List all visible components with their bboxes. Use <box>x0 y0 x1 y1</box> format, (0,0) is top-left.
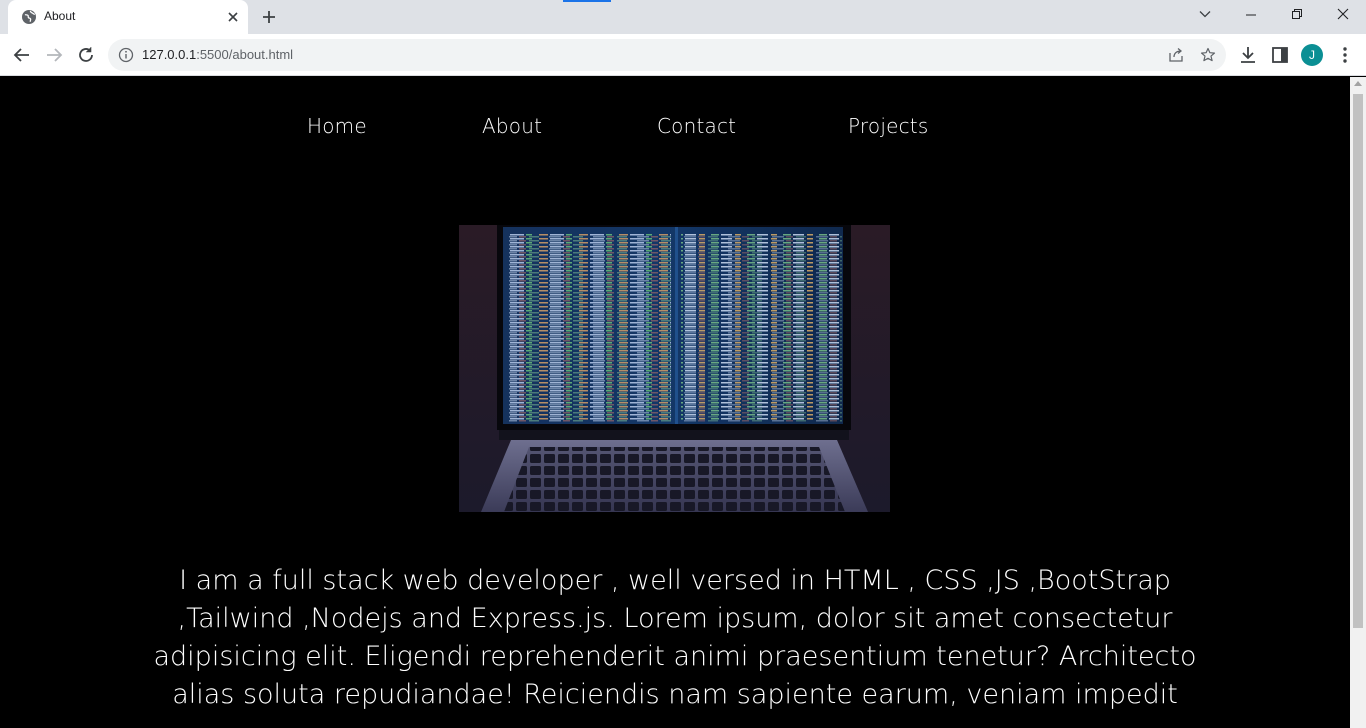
share-icon[interactable] <box>1168 47 1184 63</box>
star-icon[interactable] <box>1200 47 1216 63</box>
back-arrow-icon[interactable] <box>11 44 33 66</box>
laptop-code-image <box>459 225 890 512</box>
scroll-thumb[interactable] <box>1353 94 1363 628</box>
close-icon <box>1337 8 1349 20</box>
url-host: 127.0.0.1 <box>142 47 197 62</box>
nav-about[interactable]: About <box>482 114 542 138</box>
tab-about[interactable]: About <box>8 0 248 34</box>
tab-loading-indicator <box>563 0 611 2</box>
profile-avatar[interactable]: J <box>1301 44 1323 66</box>
nav-projects[interactable]: Projects <box>848 114 928 138</box>
url-text[interactable]: 127.0.0.1:5500/about.html <box>142 47 293 62</box>
minimize-button[interactable] <box>1228 0 1274 30</box>
globe-icon <box>22 10 36 24</box>
address-bar[interactable]: 127.0.0.1:5500/about.html <box>108 39 1226 71</box>
restore-button[interactable] <box>1274 0 1320 30</box>
laptop-illustration <box>459 225 890 512</box>
new-tab-icon[interactable] <box>259 7 279 27</box>
url-path: :5500/about.html <box>196 47 294 62</box>
download-icon[interactable] <box>1237 44 1259 66</box>
tab-strip: About <box>0 0 1366 34</box>
browser-toolbar: 127.0.0.1:5500/about.html J <box>0 34 1366 76</box>
page-scrollbar[interactable] <box>1350 77 1366 728</box>
forward-arrow-icon[interactable] <box>43 44 65 66</box>
page-viewport: Home About Contact Projects I am a full … <box>0 77 1350 728</box>
restore-icon <box>1292 9 1302 19</box>
minimize-icon <box>1246 14 1256 16</box>
close-window-button[interactable] <box>1320 0 1366 30</box>
chevron-down-icon <box>1199 11 1211 18</box>
side-panel-icon[interactable] <box>1269 44 1291 66</box>
more-menu-icon[interactable] <box>1334 44 1356 66</box>
tab-title: About <box>44 9 76 23</box>
about-paragraph: I am a full stack web developer , well v… <box>153 565 1197 710</box>
reload-icon[interactable] <box>75 44 97 66</box>
tab-search-button[interactable] <box>1182 0 1228 30</box>
info-icon[interactable] <box>118 47 134 63</box>
nav-home[interactable]: Home <box>307 114 367 138</box>
close-icon[interactable] <box>224 8 242 26</box>
nav-contact[interactable]: Contact <box>657 114 736 138</box>
scroll-up-arrow-icon[interactable] <box>1354 81 1362 86</box>
